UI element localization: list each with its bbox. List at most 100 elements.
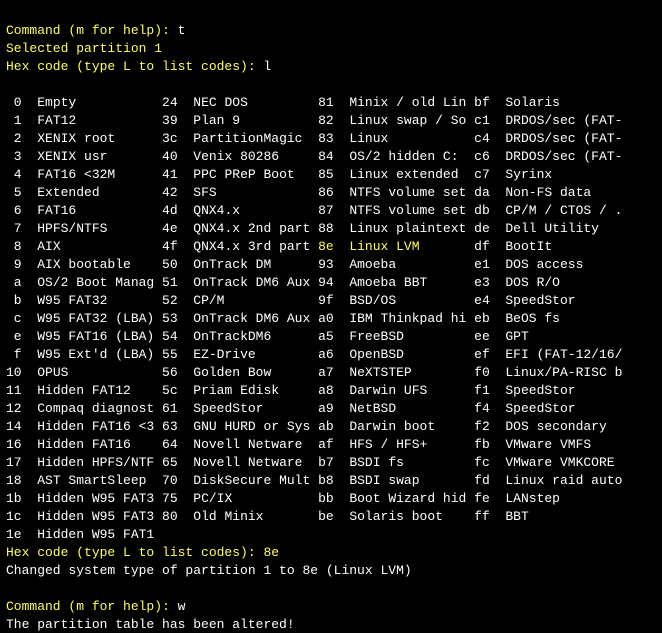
partition-name: DRDOS/sec (FAT- [505,149,622,164]
partition-code: c [6,311,22,326]
partition-codes-table: 0 Empty 24 NEC DOS 81 Minix / old Lin bf… [6,94,656,544]
partition-name: DOS R/O [505,275,622,290]
partition-code: 24 [162,95,178,110]
partition-code: ee [474,329,490,344]
partition-code: 16 [6,437,22,452]
partition-code: b8 [318,473,334,488]
partition-name: BSD/OS [349,293,474,308]
partition-name: AIX [37,239,162,254]
partition-code: 8e [318,239,334,254]
partition-name: Solaris boot [349,509,474,524]
hexcode-input: l [263,59,271,74]
partition-name: LANstep [505,491,622,506]
partition-name: OnTrack DM6 Aux [193,275,318,290]
partition-name: Hidden W95 FAT3 [37,491,162,506]
partition-code: de [474,221,490,236]
partition-code: 93 [318,257,334,272]
partition-name: NetBSD [349,401,474,416]
partition-name: NTFS volume set [349,203,474,218]
partition-name: PPC PReP Boot [193,167,318,182]
partition-code: 5 [6,185,22,200]
partition-code: 75 [162,491,178,506]
partition-code: 70 [162,473,178,488]
partition-code: 5c [162,383,178,398]
partition-name: BSDI swap [349,473,474,488]
partition-name: SpeedStor [505,383,622,398]
partition-name: Darwin boot [349,419,474,434]
partition-code: f [6,347,22,362]
partition-code: ff [474,509,490,524]
partition-name: Linux LVM [349,239,474,254]
partition-code: fb [474,437,490,452]
partition-code: a9 [318,401,334,416]
partition-code: 85 [318,167,334,182]
partition-code: 40 [162,149,178,164]
partition-name: OPUS [37,365,162,380]
partition-name: Syrinx [505,167,622,182]
partition-code: c4 [474,131,490,146]
blank-line [6,581,14,596]
partition-name: FreeBSD [349,329,474,344]
partition-name: Non-FS data [505,185,622,200]
partition-code: 84 [318,149,334,164]
partition-code: 9 [6,257,22,272]
partition-name: Solaris [505,95,622,110]
command-input: t [178,23,186,38]
partition-name: FAT16 <32M [37,167,162,182]
partition-name: EZ-Drive [193,347,318,362]
partition-name: SpeedStor [505,293,622,308]
partition-name: XENIX usr [37,149,162,164]
partition-code: 1c [6,509,22,524]
partition-code: 4 [6,167,22,182]
partition-code: f0 [474,365,490,380]
partition-code: e3 [474,275,490,290]
partition-code: 63 [162,419,178,434]
command-input-2: w [178,599,186,614]
partition-name: NEC DOS [193,95,318,110]
partition-name: Hidden W95 FAT3 [37,509,162,524]
partition-name: W95 FAT32 (LBA) [37,311,162,326]
partition-code: df [474,239,490,254]
partition-name: Venix 80286 [193,149,318,164]
partition-code: 7 [6,221,22,236]
partition-code: b [6,293,22,308]
partition-code: c7 [474,167,490,182]
partition-name: Linux/PA-RISC b [505,365,622,380]
partition-code: af [318,437,334,452]
partition-code: 11 [6,383,22,398]
partition-code: 3c [162,131,178,146]
partition-code: b7 [318,455,334,470]
partition-name: Hidden FAT12 [37,383,162,398]
partition-name: BootIt [505,239,622,254]
partition-code: 82 [318,113,334,128]
partition-code: eb [474,311,490,326]
partition-code: 80 [162,509,178,524]
partition-name: EFI (FAT-12/16/ [505,347,622,362]
partition-code: 64 [162,437,178,452]
partition-name: Dell Utility [505,221,622,236]
terminal[interactable]: Command (m for help): t Selected partiti… [0,0,662,633]
partition-code: 17 [6,455,22,470]
partition-code: 1e [6,527,22,542]
partition-name: AIX bootable [37,257,162,272]
partition-name: Linux extended [349,167,474,182]
partition-code: 83 [318,131,334,146]
partition-name: DiskSecure Mult [193,473,318,488]
partition-name: Linux plaintext [349,221,474,236]
partition-name: W95 FAT32 [37,293,162,308]
partition-code: c1 [474,113,490,128]
partition-name: OS/2 hidden C: [349,149,474,164]
partition-name: Old Minix [193,509,318,524]
changed-msg: Changed system type of partition 1 to 8e… [6,563,412,578]
partition-code: da [474,185,490,200]
partition-code: f1 [474,383,490,398]
partition-name: DRDOS/sec (FAT- [505,113,622,128]
partition-code: 0 [6,95,22,110]
partition-name: Hidden W95 FAT1 [37,527,162,542]
partition-code: be [318,509,334,524]
partition-code: 1b [6,491,22,506]
partition-name: QNX4.x 3rd part [193,239,318,254]
partition-code: 39 [162,113,178,128]
partition-code: 54 [162,329,178,344]
partition-code: c6 [474,149,490,164]
